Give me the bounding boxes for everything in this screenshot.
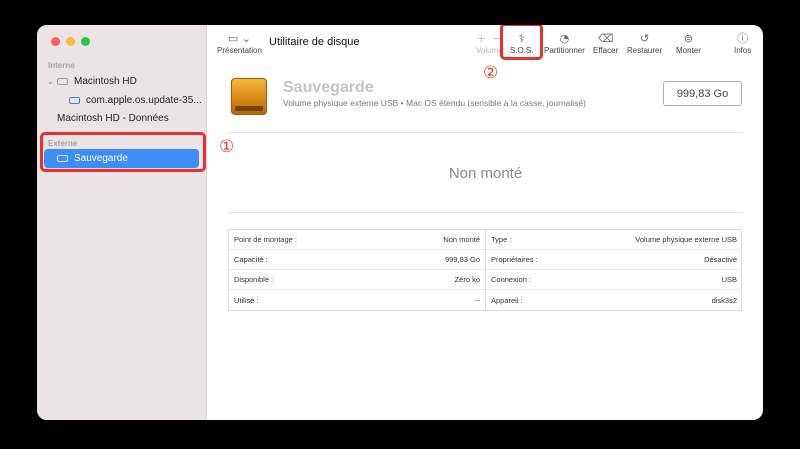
table-row: Point de montage : Non monté (229, 230, 485, 250)
main-content: Sauvegarde Volume physique externe USB •… (207, 65, 763, 420)
window-title: Utilitaire de disque (269, 36, 360, 48)
info-value: Non monté (443, 235, 480, 244)
info-value: Volume physique externe USB (635, 235, 737, 244)
mount-button[interactable]: ⊜ Monter (676, 32, 701, 55)
erase-button[interactable]: ⌫ Effacer (593, 32, 618, 55)
mount-label: Monter (676, 46, 701, 55)
restore-icon: ↺ (639, 32, 650, 45)
presentation-button[interactable]: ▭ ⌄ Présentation (217, 32, 262, 55)
divider (228, 132, 743, 133)
chevron-down-icon[interactable]: ⌄ (47, 77, 57, 86)
table-row: Propriétaires : Désactivé (486, 250, 742, 270)
info-label: Infos (734, 46, 752, 55)
divider (228, 212, 743, 213)
plus-icon: + (476, 32, 486, 45)
table-row: Appareil : disk3s2 (486, 290, 742, 310)
partition-button[interactable]: ◔ Partitionner (544, 32, 585, 55)
eraser-icon: ⌫ (597, 32, 614, 45)
volume-button[interactable]: + − Volume (476, 32, 503, 55)
section-internal-label: Interne (48, 61, 75, 70)
restore-button[interactable]: ↺ Restaurer (627, 32, 662, 55)
info-table: Point de montage : Non monté Capacité : … (228, 229, 742, 311)
disk-icon (57, 77, 68, 85)
disk-name: Sauvegarde (283, 79, 374, 96)
info-key: Utilisé : (234, 295, 259, 305)
info-value: -- (475, 295, 480, 305)
info-button[interactable]: ⓘ Infos (734, 32, 751, 55)
info-value: 999,83 Go (444, 255, 480, 264)
sidebar-item-label: com.apple.os.update-35... (86, 94, 202, 106)
table-row: Utilisé : -- (229, 290, 485, 310)
presentation-label: Présentation (217, 46, 262, 55)
info-key: Disponible : (234, 275, 274, 284)
minimize-button[interactable] (66, 37, 75, 46)
sidebar-toggle-icon: ▭ ⌄ (227, 32, 252, 45)
add-remove-icon: + − (477, 32, 502, 46)
highlight-box-first-aid (500, 25, 543, 60)
erase-label: Effacer (593, 46, 619, 55)
restore-label: Restaurer (627, 46, 663, 55)
highlight-box-sidebar (40, 132, 206, 172)
sidebar-item-macintosh-hd-data[interactable]: Macintosh HD - Données (57, 110, 169, 126)
table-row: Connexion : USB (486, 270, 742, 290)
volume-icon (69, 96, 80, 104)
sidebar-item-label: Macintosh HD - Données (57, 112, 169, 124)
sidebar-item-os-update[interactable]: com.apple.os.update-35... (69, 92, 202, 108)
info-key: Capacité : (234, 255, 268, 264)
info-column-left: Point de montage : Non monté Capacité : … (229, 230, 485, 310)
info-value: Zéro ko (454, 275, 480, 284)
info-icon: ⓘ (737, 32, 749, 45)
zoom-button[interactable] (81, 37, 90, 46)
mount-icon: ⊜ (683, 32, 694, 45)
sidebar: Interne ⌄ Macintosh HD com.apple.os.upda… (37, 25, 207, 420)
table-row: Disponible : Zéro ko (229, 270, 485, 290)
info-key: Appareil : (491, 295, 523, 305)
info-value: USB (721, 275, 737, 284)
info-key: Type : (491, 235, 512, 244)
partition-label: Partitionner (544, 46, 585, 55)
sidebar-item-macintosh-hd[interactable]: ⌄ Macintosh HD (47, 73, 137, 89)
info-value: Désactivé (704, 255, 737, 264)
mount-status: Non monté (448, 165, 523, 182)
window-controls (51, 37, 90, 46)
info-value: disk3s2 (711, 295, 737, 305)
info-key: Point de montage : (234, 235, 297, 244)
info-key: Propriétaires : (491, 255, 538, 264)
table-row: Type : Volume physique externe USB (486, 230, 742, 250)
info-column-right: Type : Volume physique externe USB Propr… (485, 230, 742, 310)
toolbar: ▭ ⌄ Présentation Utilitaire de disque + … (207, 25, 763, 65)
disk-utility-window: Interne ⌄ Macintosh HD com.apple.os.upda… (37, 25, 763, 420)
sidebar-item-label: Macintosh HD (74, 75, 137, 87)
table-row: Capacité : 999,83 Go (229, 250, 485, 270)
disk-description: Volume physique externe USB • Mac OS éte… (283, 98, 586, 108)
disk-size-badge: 999,83 Go (663, 81, 742, 106)
partition-icon: ◔ (559, 32, 570, 45)
external-drive-icon (231, 78, 267, 115)
info-key: Connexion : (491, 275, 532, 284)
close-button[interactable] (51, 37, 60, 46)
volume-label: Volume (476, 46, 503, 55)
